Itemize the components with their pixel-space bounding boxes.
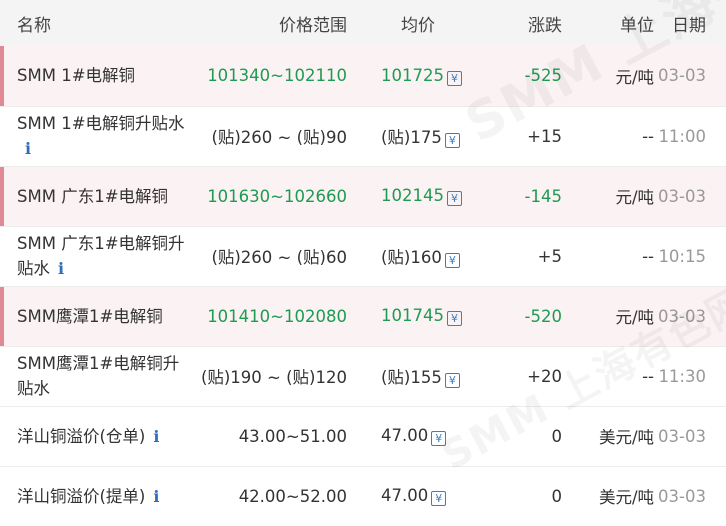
average-price: (贴)175 — [381, 128, 442, 147]
date: 03-03 — [658, 426, 706, 446]
info-icon[interactable]: i — [58, 256, 64, 281]
price-change: 0 — [551, 486, 563, 506]
product-name[interactable]: SMM 广东1#电解铜 — [17, 187, 168, 206]
table-row[interactable]: SMM 1#电解铜升贴水 i (贴)260 ~ (贴)90 (贴)175 ¥ +15… — [0, 106, 726, 166]
column-header-date[interactable]: 日期 — [658, 0, 726, 46]
calendar-icon[interactable]: ¥ — [431, 491, 447, 506]
average-price: 101745 — [381, 306, 444, 325]
unit: -- — [642, 246, 654, 266]
price-change: 0 — [551, 426, 563, 446]
product-name[interactable]: SMM鹰潭1#电解铜 — [17, 307, 163, 326]
price-change: +5 — [537, 246, 562, 266]
table-row[interactable]: SMM 广东1#电解铜 101630~102660 102145 ¥ -145 元… — [0, 166, 726, 226]
price-change: -525 — [524, 66, 562, 86]
unit: 元/吨 — [615, 188, 654, 207]
product-name[interactable]: SMM鹰潭1#电解铜升贴水 — [17, 354, 179, 398]
table-row[interactable]: SMM 1#电解铜 101340~102110 101725 ¥ -525 元/吨… — [0, 46, 726, 106]
price-range: (贴)260 ~ (贴)90 — [211, 128, 347, 147]
table-row[interactable]: 洋山铜溢价(提单) i 42.00~52.00 47.00 ¥ 0 美元/吨 03-… — [0, 466, 726, 526]
price-change: -145 — [524, 186, 562, 206]
average-price: 47.00 — [381, 426, 429, 445]
date: 10:15 — [658, 246, 706, 266]
table-row[interactable]: 洋山铜溢价(仓单) i 43.00~51.00 47.00 ¥ 0 美元/吨 03-… — [0, 406, 726, 466]
date: 11:00 — [658, 126, 706, 146]
calendar-icon[interactable]: ¥ — [444, 253, 460, 268]
unit: 元/吨 — [615, 308, 654, 327]
column-header-change[interactable]: 涨跌 — [480, 0, 566, 46]
unit: -- — [642, 126, 654, 146]
calendar-icon[interactable]: ¥ — [444, 373, 460, 388]
date: 03-03 — [658, 66, 706, 86]
unit: 美元/吨 — [598, 488, 654, 507]
price-range: (贴)260 ~ (贴)60 — [211, 248, 347, 267]
price-range: 101410~102080 — [207, 306, 347, 326]
product-name[interactable]: 洋山铜溢价(仓单) — [17, 427, 145, 446]
average-price: 101725 — [381, 65, 444, 85]
price-range: 42.00~52.00 — [238, 486, 347, 506]
calendar-icon[interactable]: ¥ — [447, 311, 462, 326]
price-range: 101630~102660 — [207, 186, 347, 206]
date: 03-03 — [658, 306, 706, 326]
info-icon[interactable]: i — [153, 424, 159, 449]
product-name[interactable]: 洋山铜溢价(提单) — [17, 487, 145, 506]
unit: 元/吨 — [615, 67, 654, 87]
price-table-panel: SMM 上海有色网 SMM 上海有色网 名称 价格范围 均价 涨跌 单位 日期 … — [0, 0, 726, 526]
date: 03-03 — [658, 486, 706, 506]
price-range: 101340~102110 — [207, 66, 347, 86]
column-header-name[interactable]: 名称 — [0, 0, 190, 46]
table-header-row: 名称 价格范围 均价 涨跌 单位 日期 — [0, 0, 726, 46]
price-change: +15 — [527, 126, 562, 146]
calendar-icon[interactable]: ¥ — [447, 70, 462, 86]
column-header-avg[interactable]: 均价 — [357, 0, 480, 46]
table-row[interactable]: SMM 广东1#电解铜升贴水 i (贴)260 ~ (贴)60 (贴)160 ¥ +… — [0, 226, 726, 286]
average-price: (贴)160 — [381, 248, 442, 267]
average-price: (贴)155 — [381, 368, 442, 387]
table-row[interactable]: SMM鹰潭1#电解铜 101410~102080 101745 ¥ -520 元/… — [0, 286, 726, 346]
calendar-icon[interactable]: ¥ — [447, 191, 462, 206]
unit: -- — [642, 366, 654, 386]
average-price: 47.00 — [381, 486, 429, 505]
price-range: 43.00~51.00 — [238, 426, 347, 446]
column-header-range[interactable]: 价格范围 — [190, 0, 357, 46]
calendar-icon[interactable]: ¥ — [431, 431, 447, 446]
table-row[interactable]: SMM鹰潭1#电解铜升贴水 (贴)190 ~ (贴)120 (贴)155 ¥ +2… — [0, 346, 726, 406]
date: 11:30 — [658, 366, 706, 386]
price-range: (贴)190 ~ (贴)120 — [200, 368, 347, 387]
price-change: +20 — [527, 366, 562, 386]
info-icon[interactable]: i — [153, 484, 159, 509]
calendar-icon[interactable]: ¥ — [444, 133, 460, 148]
column-header-unit[interactable]: 单位 — [566, 0, 658, 46]
product-name[interactable]: SMM 广东1#电解铜升贴水 — [17, 234, 185, 278]
unit: 美元/吨 — [598, 428, 654, 447]
product-name[interactable]: SMM 1#电解铜升贴水 — [17, 114, 185, 133]
date: 03-03 — [658, 186, 706, 206]
price-table: 名称 价格范围 均价 涨跌 单位 日期 SMM 1#电解铜 101340~102… — [0, 0, 726, 526]
product-name[interactable]: SMM 1#电解铜 — [17, 66, 135, 85]
info-icon[interactable]: i — [25, 136, 31, 161]
price-change: -520 — [524, 306, 562, 326]
average-price: 102145 — [381, 186, 444, 205]
